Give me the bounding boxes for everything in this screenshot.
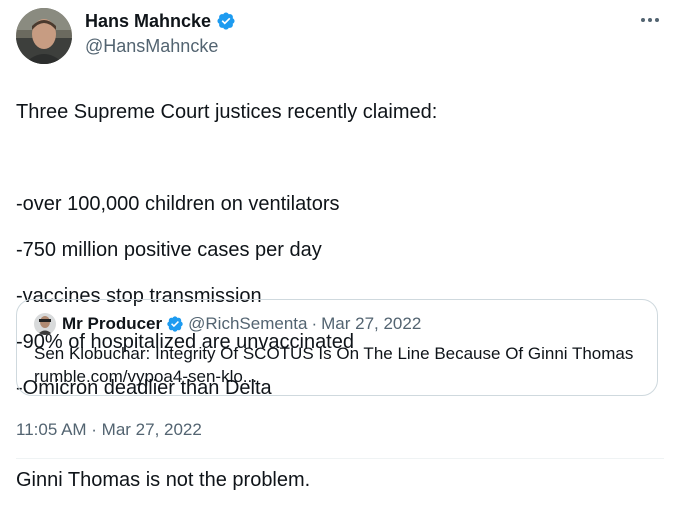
avatar-image (34, 313, 56, 335)
quoted-tweet-text: Sen Klobuchar: Integrity Of SCOTUS Is On… (34, 342, 654, 388)
tweet-line: Ginni Thomas is not the problem. (16, 469, 311, 491)
tweet-text: Three Supreme Court justices recently cl… (16, 78, 656, 515)
quoted-tweet-date[interactable]: Mar 27, 2022 (321, 314, 421, 334)
quoted-tweet-body: Sen Klobuchar: Integrity Of SCOTUS Is On… (34, 344, 634, 363)
quoted-tweet-card[interactable]: Mr Producer @RichSementa · Mar 27, 2022 … (16, 299, 658, 396)
author-avatar[interactable] (16, 8, 72, 64)
more-options-button[interactable] (636, 8, 664, 32)
tweet-timestamp[interactable]: 11:05 AM · Mar 27, 2022 (16, 420, 202, 440)
quoted-tweet-link[interactable]: rumble.com/vypoa4-sen-klo... (34, 365, 654, 388)
tweet-line (16, 147, 656, 170)
quoted-author-handle[interactable]: @RichSementa (188, 314, 307, 334)
tweet-line: Three Supreme Court justices recently cl… (16, 101, 438, 123)
more-horizontal-icon (641, 18, 659, 22)
quoted-tweet-header: Mr Producer @RichSementa · Mar 27, 2022 (34, 312, 421, 336)
tweet-line: -over 100,000 children on ventilators (16, 193, 340, 215)
meta-separator: · (311, 314, 318, 333)
tweet-line: -750 million positive cases per day (16, 239, 322, 261)
quoted-author-name[interactable]: Mr Producer (62, 314, 162, 334)
verified-badge-icon (217, 12, 235, 30)
divider (16, 458, 664, 459)
author-name[interactable]: Hans Mahncke (85, 10, 236, 32)
author-display-name: Hans Mahncke (85, 11, 212, 31)
verified-badge-icon (167, 316, 183, 332)
quoted-author-avatar[interactable] (34, 313, 56, 335)
author-handle[interactable]: @HansMahncke (85, 35, 218, 57)
avatar-image (16, 8, 72, 64)
